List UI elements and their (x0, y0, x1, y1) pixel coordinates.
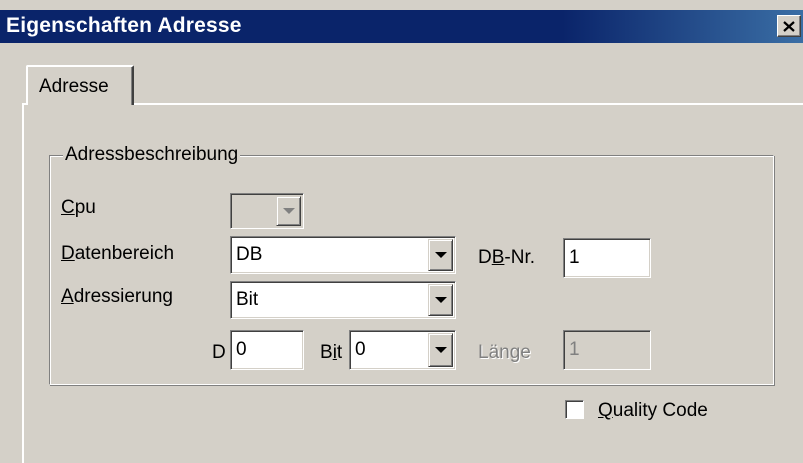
close-button[interactable] (777, 15, 801, 37)
datenbereich-label: Datenbereich (61, 243, 175, 264)
cpu-dropdown[interactable] (230, 193, 304, 229)
chevron-down-icon (434, 347, 447, 353)
d-label: D (212, 342, 226, 363)
title-bar: Eigenschaften Adresse (0, 10, 803, 43)
properties-dialog: Eigenschaften Adresse Adresse Adressbesc… (0, 0, 803, 463)
group-title: Adressbeschreibung (63, 144, 241, 166)
bit-value: 0 (355, 339, 366, 360)
tab-adresse[interactable]: Adresse (26, 65, 134, 105)
chevron-down-icon (282, 208, 295, 214)
bit-label: Bit (320, 342, 343, 363)
db-nr-label: DB-Nr. (478, 247, 536, 268)
cpu-dropdown-button[interactable] (276, 196, 301, 226)
d-input[interactable]: 0 (230, 330, 304, 370)
adressierung-dropdown[interactable]: Bit (230, 281, 456, 319)
laenge-label: Länge (478, 342, 531, 363)
quality-code-checkbox[interactable] (565, 400, 584, 419)
d-value: 0 (236, 339, 247, 360)
adressierung-label: Adressierung (61, 286, 173, 307)
window-title: Eigenschaften Adresse (6, 14, 242, 37)
laenge-value: 1 (569, 339, 580, 360)
bit-dropdown-button[interactable] (428, 333, 453, 367)
adressierung-value: Bit (236, 289, 259, 310)
db-nr-input[interactable]: 1 (563, 238, 651, 278)
tab-adresse-label: Adresse (39, 76, 109, 97)
laenge-input: 1 (563, 330, 651, 370)
bit-dropdown[interactable]: 0 (349, 330, 456, 370)
chevron-down-icon (434, 297, 447, 303)
close-icon (783, 20, 795, 32)
datenbereich-dropdown[interactable]: DB (230, 236, 456, 274)
quality-code-label[interactable]: Quality Code (598, 400, 708, 422)
datenbereich-value: DB (236, 244, 263, 265)
chevron-down-icon (434, 252, 447, 258)
datenbereich-dropdown-button[interactable] (428, 239, 453, 271)
adressierung-dropdown-button[interactable] (428, 284, 453, 316)
db-nr-value: 1 (569, 247, 580, 268)
cpu-label: Cpu (61, 197, 96, 218)
